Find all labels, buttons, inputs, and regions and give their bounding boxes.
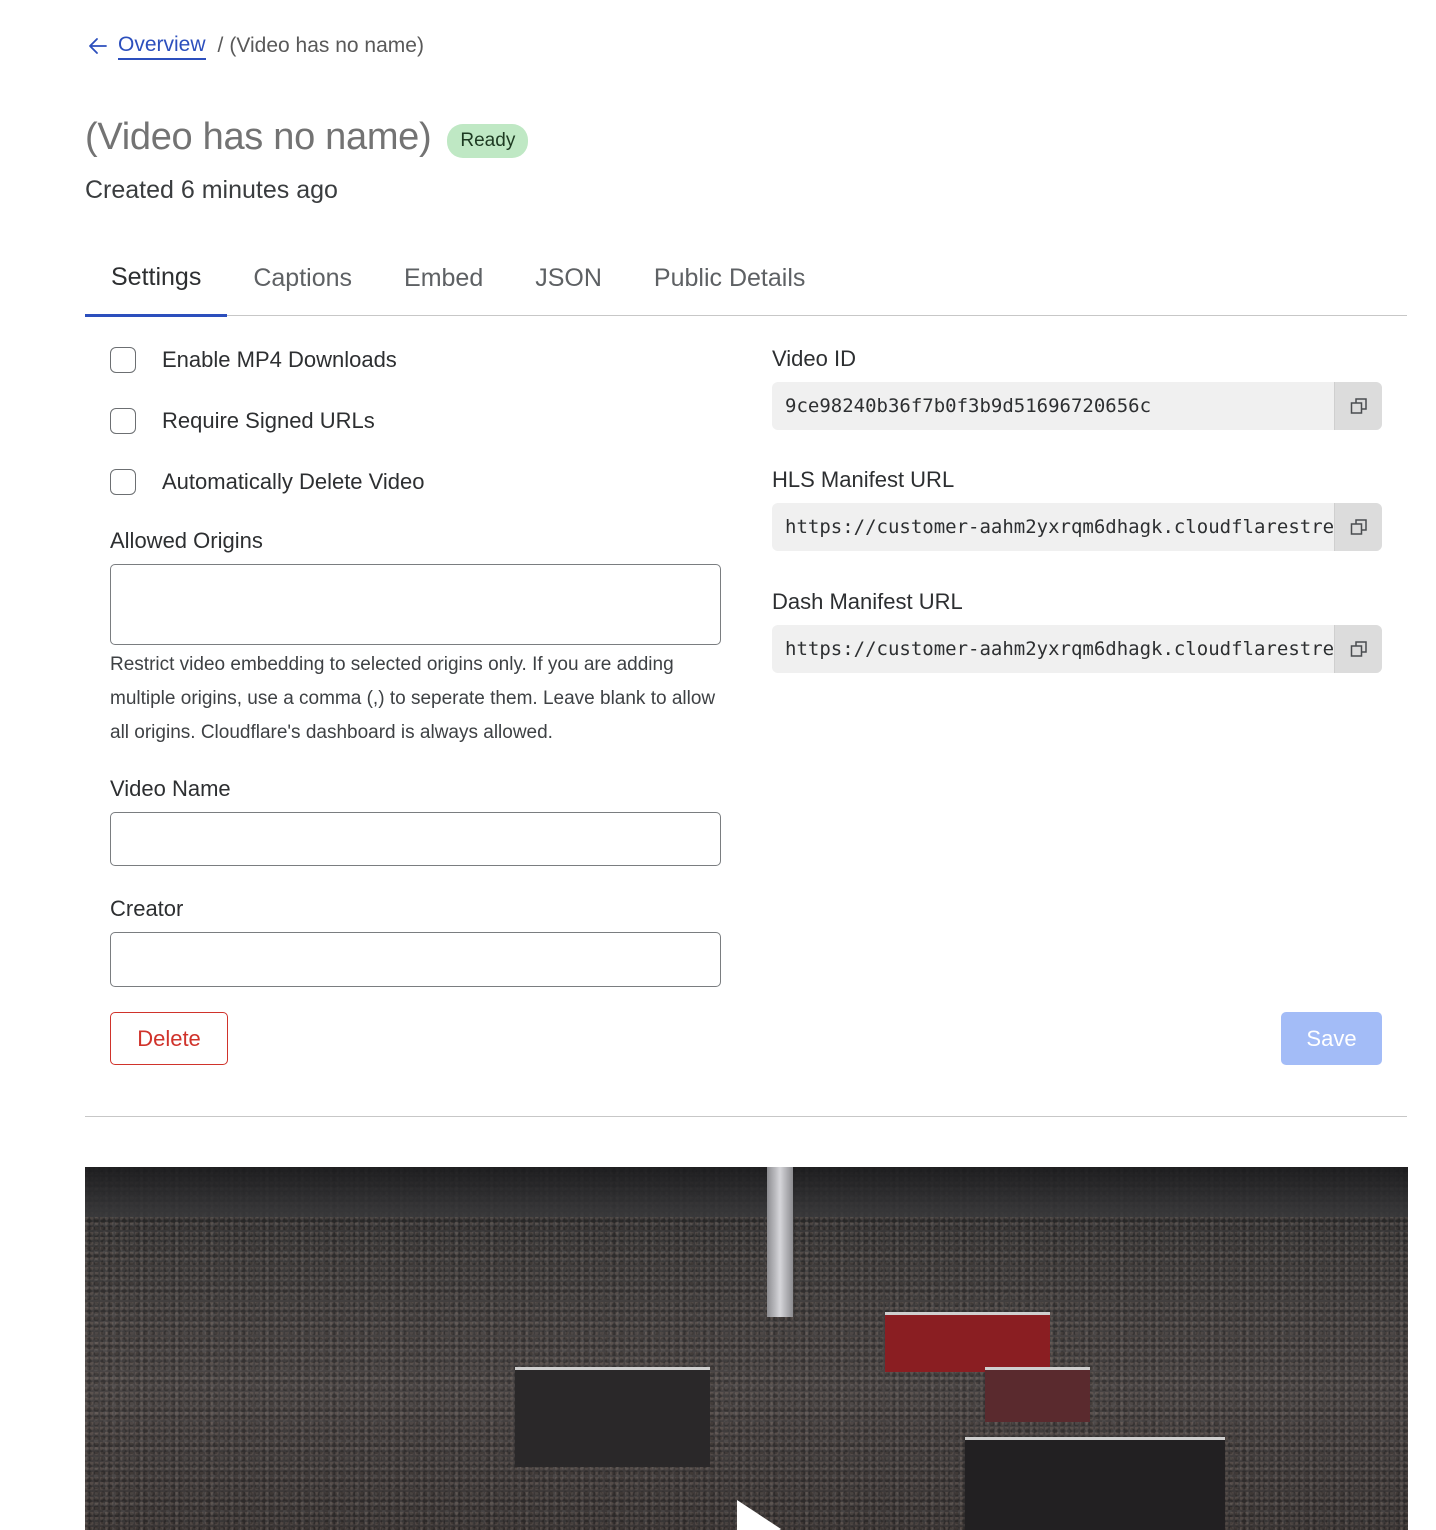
tab-captions[interactable]: Captions — [227, 240, 378, 316]
dash-manifest-label: Dash Manifest URL — [772, 589, 963, 614]
copy-icon — [1350, 519, 1367, 535]
video-frame-kiosk — [985, 1367, 1090, 1422]
tab-embed[interactable]: Embed — [378, 240, 509, 316]
tab-settings[interactable]: Settings — [85, 240, 228, 317]
tab-public-details[interactable]: Public Details — [628, 240, 831, 316]
video-detail-page: Overview / (Video has no name) (Video ha… — [0, 0, 1436, 1530]
allowed-origins-label: Allowed Origins — [110, 528, 263, 553]
enable-mp4-downloads-label: Enable MP4 Downloads — [162, 347, 397, 372]
copy-hls-url-button[interactable] — [1334, 503, 1382, 551]
require-signed-urls-label: Require Signed URLs — [162, 408, 375, 433]
video-name-input[interactable] — [110, 812, 721, 866]
copy-icon — [1350, 398, 1367, 414]
section-divider — [85, 1116, 1407, 1117]
video-frame-kiosk — [515, 1367, 710, 1467]
save-button[interactable]: Save — [1281, 1012, 1382, 1065]
dash-manifest-value[interactable]: https://customer-aahm2yxrqm6dhagk.cloudf… — [772, 625, 1334, 673]
auto-delete-video-checkbox[interactable] — [110, 469, 136, 495]
delete-button[interactable]: Delete — [110, 1012, 228, 1065]
play-icon[interactable] — [715, 1492, 789, 1530]
tab-bar: Settings Captions Embed JSON Public Deta… — [85, 240, 1407, 317]
status-badge: Ready — [447, 123, 529, 158]
allowed-origins-input[interactable] — [110, 564, 721, 645]
hls-manifest-value[interactable]: https://customer-aahm2yxrqm6dhagk.cloudf… — [772, 503, 1334, 551]
hls-manifest-field: https://customer-aahm2yxrqm6dhagk.cloudf… — [772, 503, 1382, 551]
video-frame-kiosk — [965, 1437, 1225, 1530]
creator-label: Creator — [110, 896, 184, 921]
allowed-origins-help: Restrict video embedding to selected ori… — [110, 654, 716, 743]
copy-dash-url-button[interactable] — [1334, 625, 1382, 673]
title-row: (Video has no name) Ready — [85, 116, 529, 159]
video-frame-ceiling — [85, 1167, 1408, 1217]
video-id-field: 9ce98240b36f7b0f3b9d51696720656c — [772, 382, 1382, 430]
page-title: (Video has no name) — [85, 116, 432, 158]
dash-manifest-field: https://customer-aahm2yxrqm6dhagk.cloudf… — [772, 625, 1382, 673]
breadcrumb-current: (Video has no name) — [229, 34, 424, 57]
breadcrumb-overview-link[interactable]: Overview — [118, 32, 206, 60]
video-name-label: Video Name — [110, 776, 231, 801]
copy-icon — [1350, 641, 1367, 657]
auto-delete-video-option[interactable]: Automatically Delete Video — [110, 467, 425, 497]
hls-manifest-label: HLS Manifest URL — [772, 467, 955, 492]
video-player[interactable] — [85, 1167, 1408, 1530]
auto-delete-video-label: Automatically Delete Video — [162, 469, 425, 494]
copy-video-id-button[interactable] — [1334, 382, 1382, 430]
require-signed-urls-option[interactable]: Require Signed URLs — [110, 406, 375, 436]
enable-mp4-downloads-checkbox[interactable] — [110, 347, 136, 373]
video-frame-pillar — [767, 1167, 793, 1317]
created-timestamp: Created 6 minutes ago — [85, 176, 338, 204]
arrow-left-icon[interactable] — [86, 34, 110, 58]
creator-input[interactable] — [110, 932, 721, 987]
video-id-value[interactable]: 9ce98240b36f7b0f3b9d51696720656c — [772, 382, 1334, 430]
video-id-label: Video ID — [772, 346, 856, 371]
enable-mp4-downloads-option[interactable]: Enable MP4 Downloads — [110, 345, 397, 375]
video-frame-kiosk — [885, 1312, 1050, 1372]
tab-json[interactable]: JSON — [509, 240, 628, 316]
breadcrumb-separator: / — [217, 34, 224, 57]
require-signed-urls-checkbox[interactable] — [110, 408, 136, 434]
breadcrumb: Overview / (Video has no name) — [86, 28, 424, 64]
